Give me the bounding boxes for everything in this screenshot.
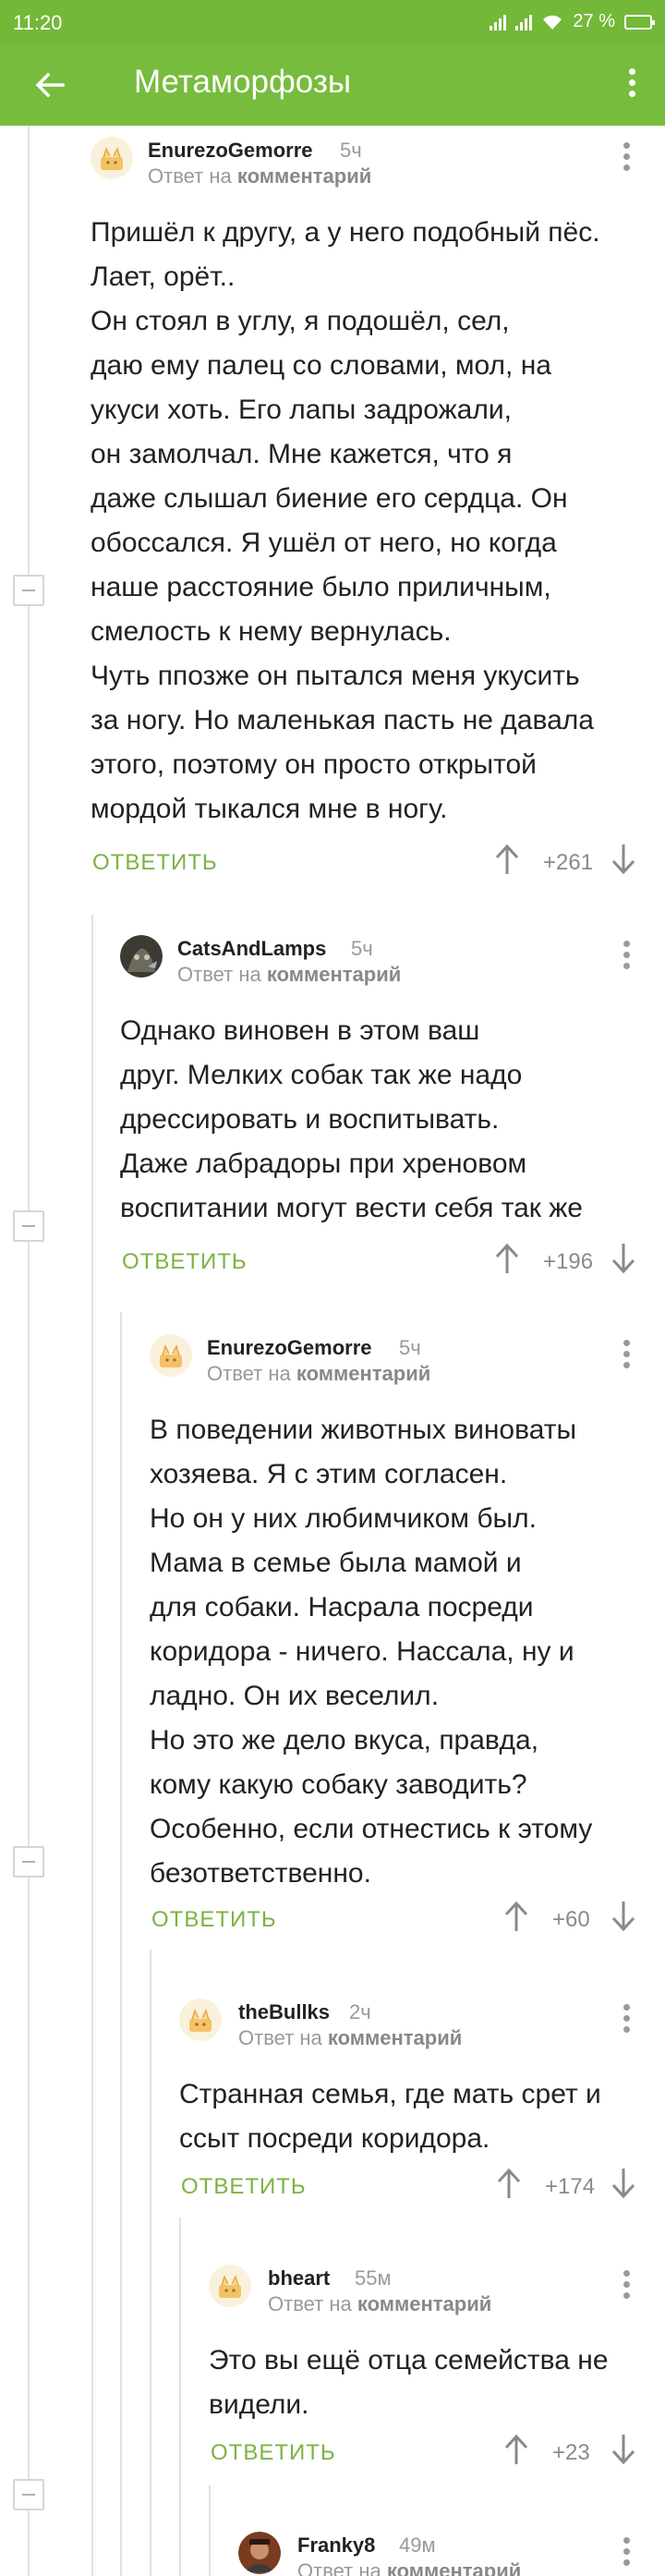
reply-to-line: Ответ на комментарий: [148, 164, 372, 188]
downvote-arrow-icon[interactable]: [610, 1900, 637, 1933]
comment-time: 55м: [355, 2266, 392, 2290]
back-arrow-icon[interactable]: [31, 67, 68, 103]
comment-menu-icon[interactable]: [621, 941, 632, 974]
comment-text: В поведении животных виноваты хозяева. Я…: [150, 1415, 593, 1889]
comment-actions: ОТВЕТИТЬ +60: [151, 1900, 665, 1937]
reply-button[interactable]: ОТВЕТИТЬ: [92, 850, 218, 876]
comment-actions: ОТВЕТИТЬ +174: [181, 2167, 665, 2204]
comment: EnurezoGemorre 5ч Ответ на комментарий В…: [0, 1334, 665, 1944]
parent-comment-link[interactable]: комментарий: [237, 164, 371, 188]
comment-text: Это вы ещё отца семейства не видели.: [209, 2345, 609, 2420]
downvote-arrow-icon[interactable]: [610, 2167, 637, 2200]
comment-score: +174: [545, 2174, 596, 2199]
comment: Franky8 49м Ответ на комментарий: [0, 2532, 665, 2576]
reply-button[interactable]: ОТВЕТИТЬ: [151, 1907, 277, 1933]
reply-button[interactable]: ОТВЕТИТЬ: [122, 1249, 248, 1275]
cat-cup-avatar[interactable]: [179, 1999, 222, 2041]
cat-cup-avatar[interactable]: [209, 2265, 251, 2307]
comment-menu-icon[interactable]: [621, 2537, 632, 2570]
comment-author[interactable]: theBullks: [238, 2000, 330, 2024]
parent-comment-link[interactable]: комментарий: [267, 963, 401, 986]
comment-author[interactable]: EnurezoGemorre: [207, 1336, 372, 1360]
parent-comment-link[interactable]: комментарий: [328, 2026, 462, 2049]
comment-menu-icon[interactable]: [621, 142, 632, 176]
reply-to-line: Ответ на комментарий: [238, 2026, 463, 2049]
reply-to-line: Ответ на комментарий: [177, 963, 402, 986]
page-title: Метаморфозы: [134, 64, 352, 100]
reply-to-line: Ответ на комментарий: [268, 2292, 492, 2315]
comment: CatsAndLamps 5ч Ответ на комментарий Одн…: [0, 935, 665, 1305]
comment-author[interactable]: Franky8: [297, 2533, 375, 2558]
comment-score: +60: [552, 1907, 590, 1932]
comment-score: +23: [552, 2440, 590, 2465]
comment-actions: ОТВЕТИТЬ +261: [92, 843, 665, 880]
comment: bheart 55м Ответ на комментарий Это вы е…: [0, 2265, 665, 2486]
battery-icon: [624, 14, 655, 30]
comment: theBullks 2ч Ответ на комментарий Странн…: [0, 1999, 665, 2220]
comment: EnurezoGemorre 5ч Ответ на комментарий П…: [0, 137, 665, 894]
downvote-arrow-icon[interactable]: [610, 2433, 637, 2466]
comment-author[interactable]: EnurezoGemorre: [148, 139, 313, 163]
comment-author[interactable]: CatsAndLamps: [177, 937, 326, 961]
status-icons: 27 %: [490, 11, 655, 32]
reply-button[interactable]: ОТВЕТИТЬ: [211, 2440, 336, 2466]
comment-time: 49м: [399, 2533, 436, 2557]
downvote-arrow-icon[interactable]: [610, 843, 637, 876]
parent-comment-link[interactable]: комментарий: [296, 1362, 430, 1385]
comment-time: 2ч: [349, 2000, 371, 2023]
overflow-menu-icon[interactable]: [626, 68, 637, 105]
comment-text: Однако виновен в этом ваш друг. Мелких с…: [120, 1015, 583, 1223]
upvote-arrow-icon[interactable]: [495, 2167, 523, 2200]
comment-text: Пришёл к другу, а у него подобный пёс. Л…: [91, 217, 600, 824]
comment-menu-icon[interactable]: [621, 1340, 632, 1373]
comment-actions: ОТВЕТИТЬ +23: [211, 2433, 665, 2470]
signal-icon-2: [515, 14, 533, 30]
wifi-icon: [543, 15, 562, 30]
cat-cup-avatar[interactable]: [150, 1334, 192, 1377]
comment-author[interactable]: bheart: [268, 2266, 330, 2290]
upvote-arrow-icon[interactable]: [502, 1900, 530, 1933]
upvote-arrow-icon[interactable]: [493, 843, 521, 876]
app-bar: Метаморфозы: [0, 46, 665, 126]
comment-score: +196: [543, 1249, 594, 1274]
comment-score: +261: [543, 850, 594, 875]
upvote-arrow-icon[interactable]: [502, 2433, 530, 2466]
comment-time: 5ч: [351, 937, 373, 960]
comment-time: 5ч: [340, 139, 362, 162]
reply-to-line: Ответ на комментарий: [297, 2559, 521, 2576]
parent-comment-link[interactable]: комментарий: [387, 2559, 521, 2576]
cat-cup-avatar[interactable]: [91, 137, 133, 179]
reply-button[interactable]: ОТВЕТИТЬ: [181, 2174, 307, 2200]
upvote-arrow-icon[interactable]: [493, 1242, 521, 1275]
comment-text: Странная семья, где мать срет и ссыт пос…: [179, 2079, 601, 2154]
comment-actions: ОТВЕТИТЬ +196: [122, 1242, 665, 1279]
downvote-arrow-icon[interactable]: [610, 1242, 637, 1275]
comment-menu-icon[interactable]: [621, 2270, 632, 2303]
signal-icon: [490, 14, 507, 30]
person-avatar[interactable]: [238, 2532, 281, 2574]
status-time: 11:20: [13, 11, 63, 34]
parent-comment-link[interactable]: комментарий: [357, 2292, 491, 2315]
status-bar: 11:20 27 %: [0, 0, 665, 46]
comment-menu-icon[interactable]: [621, 2004, 632, 2037]
battery-text: 27 %: [573, 11, 615, 31]
comment-time: 5ч: [399, 1336, 421, 1359]
reply-to-line: Ответ на комментарий: [207, 1362, 431, 1385]
cat-photo-avatar[interactable]: [120, 935, 163, 978]
